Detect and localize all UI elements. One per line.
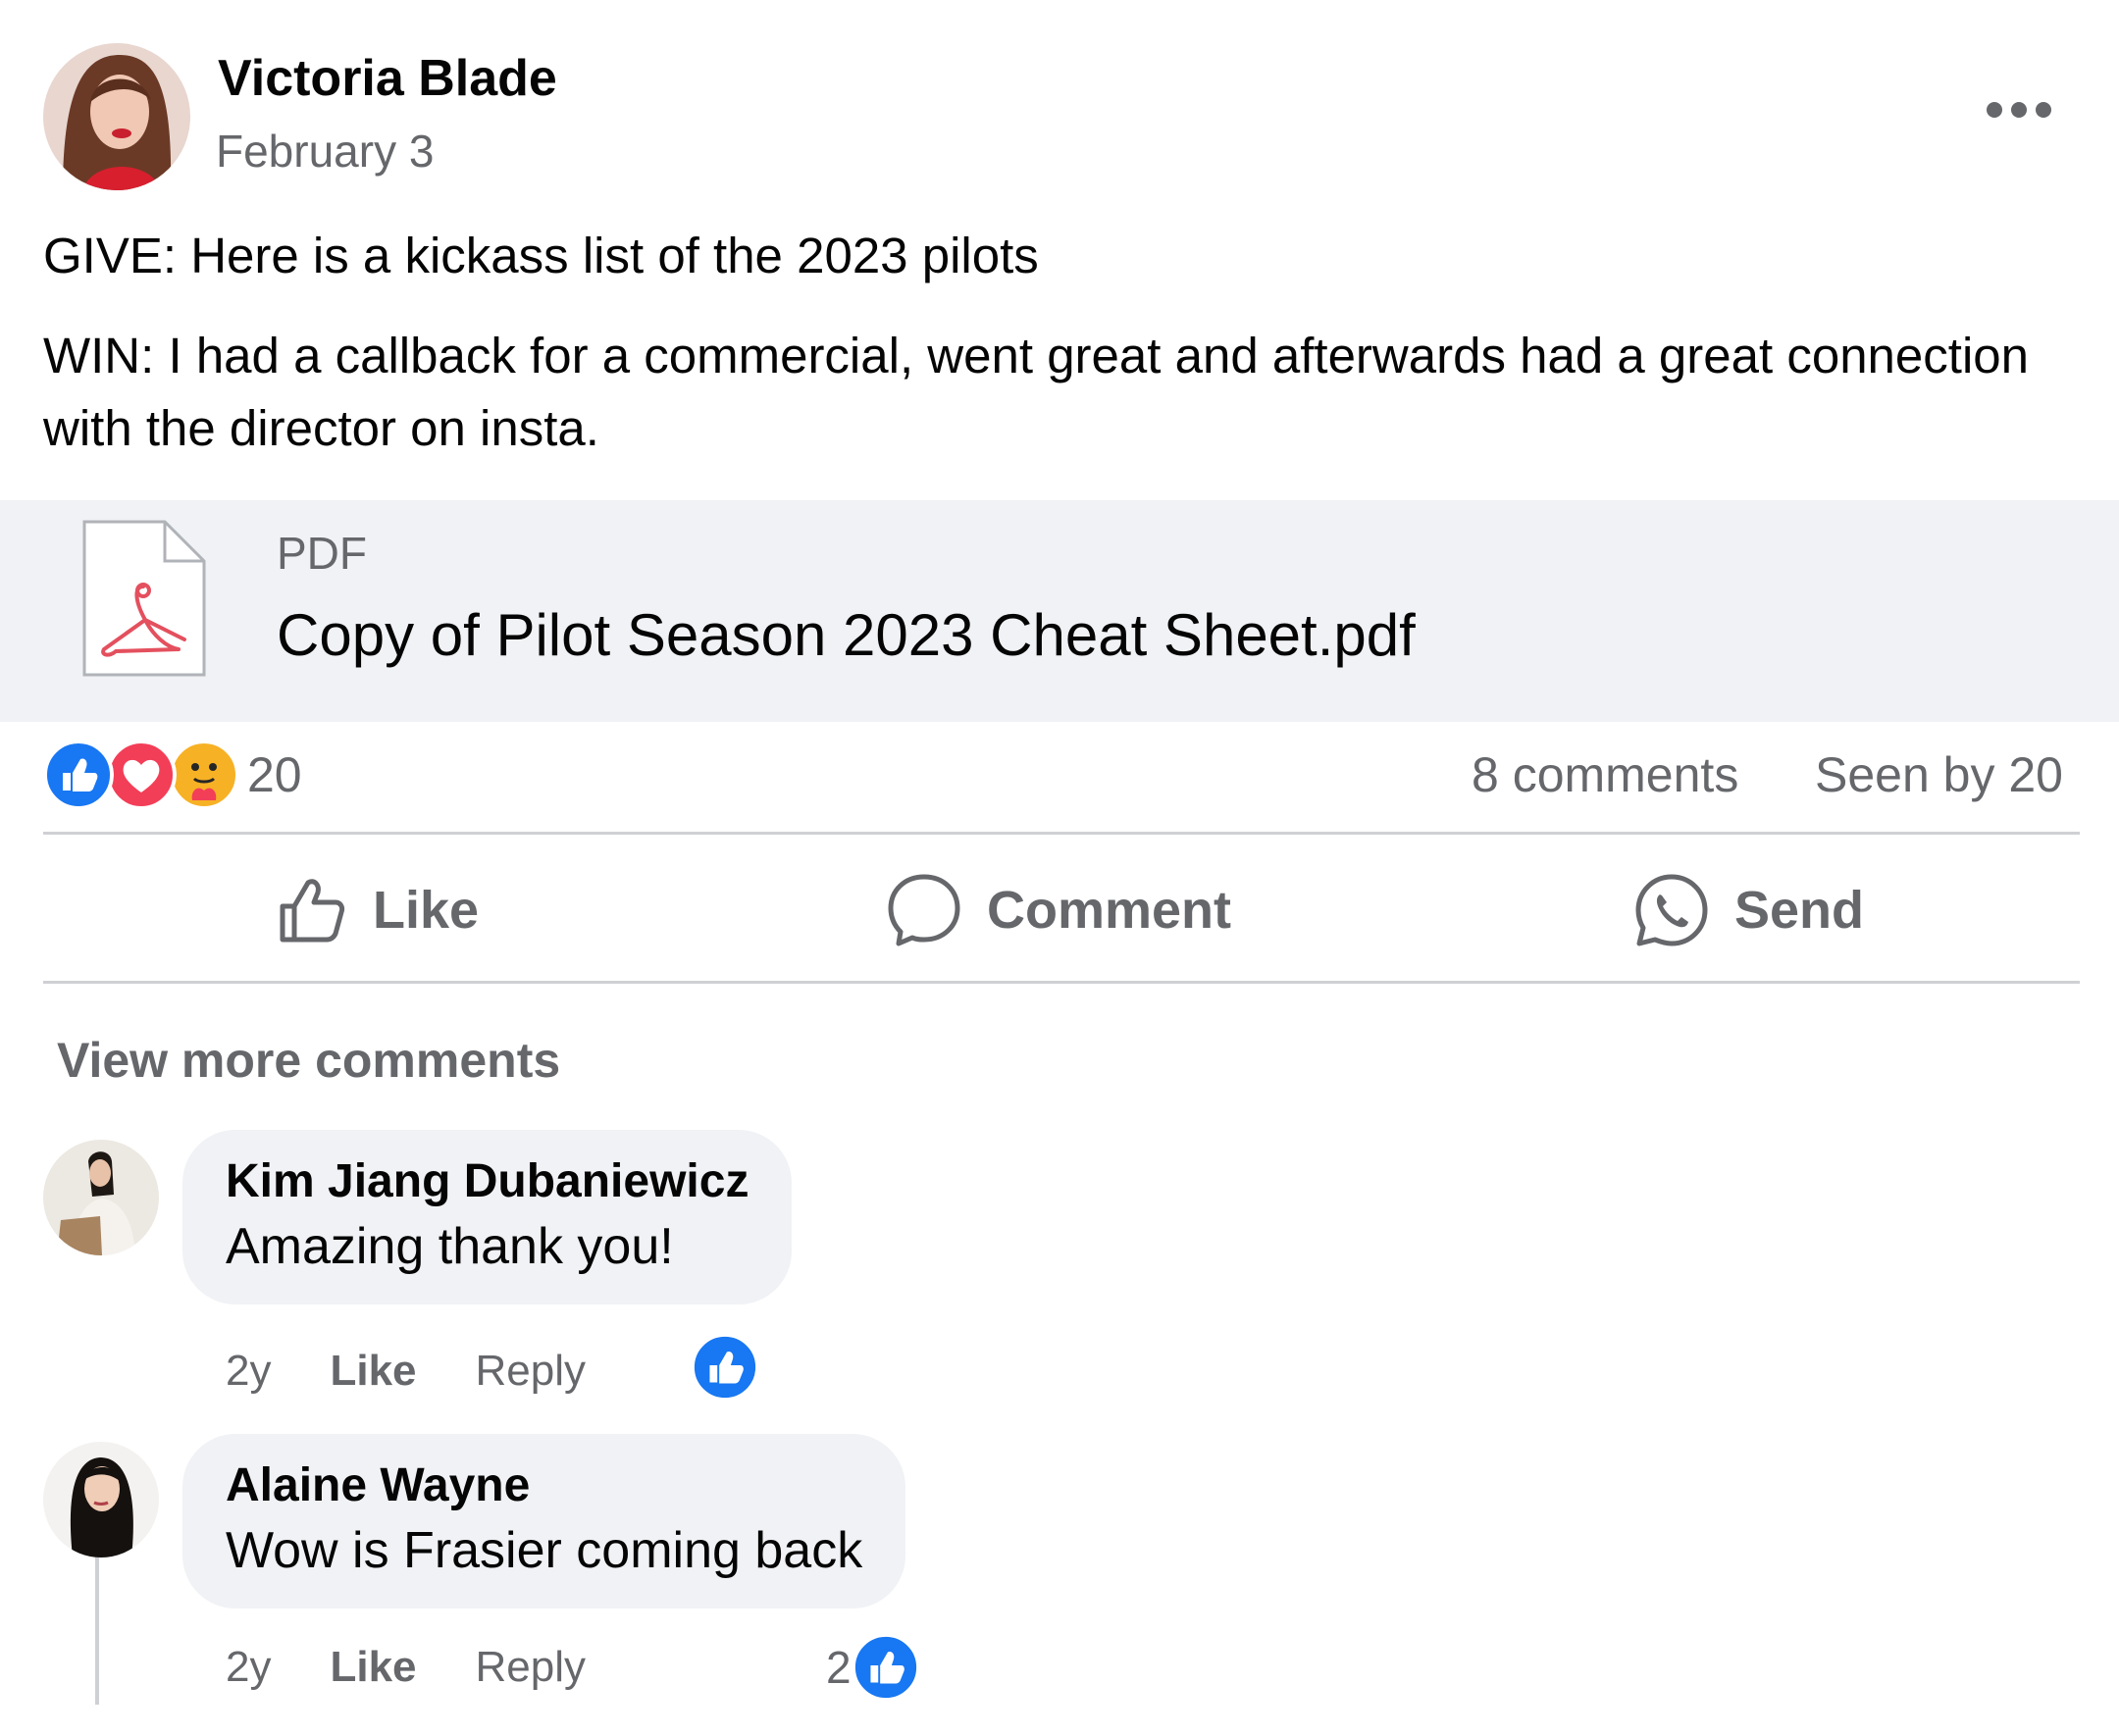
comment-like-link[interactable]: Like [330, 1347, 416, 1396]
commenter-avatar[interactable] [43, 1442, 159, 1557]
reaction-count: 20 [247, 747, 302, 802]
comment-bubble-icon [888, 874, 960, 946]
author-name[interactable]: Victoria Blade [218, 47, 557, 110]
comment-reaction-badge[interactable]: 2 [826, 1632, 920, 1703]
comment-button-label: Comment [987, 881, 1232, 940]
like-reaction-icon [691, 1333, 759, 1402]
post-date[interactable]: February 3 [216, 122, 434, 180]
thread-line [95, 1557, 99, 1705]
divider [43, 981, 2080, 984]
comment-reaction-badge[interactable] [691, 1332, 759, 1403]
comment-meta: 2y Like Reply [226, 1636, 586, 1699]
feed-post: Victoria Blade February 3 GIVE: Here is … [0, 0, 2119, 1736]
like-button-label: Like [373, 881, 480, 940]
more-dots-icon [1987, 102, 2051, 118]
commenter-name[interactable]: Alaine Wayne [226, 1455, 862, 1516]
love-reaction-icon [106, 740, 177, 810]
comment-bubble: Alaine Wayne Wow is Frasier coming back [182, 1434, 906, 1608]
comment-time[interactable]: 2y [226, 1643, 271, 1692]
post-text-win: WIN: I had a callback for a commercial, … [43, 328, 2030, 456]
comment-like-link[interactable]: Like [330, 1643, 416, 1692]
comment-reply-link[interactable]: Reply [476, 1347, 587, 1396]
view-more-comments-link[interactable]: View more comments [57, 1028, 560, 1093]
pdf-file-icon [80, 518, 208, 679]
post-body: GIVE: Here is a kickass list of the 2023… [43, 220, 2084, 492]
comment-button[interactable]: Comment [885, 859, 1231, 961]
commenter-name[interactable]: Kim Jiang Dubaniewicz [226, 1151, 749, 1212]
commenter-avatar[interactable] [43, 1140, 159, 1255]
send-button[interactable]: Send [1632, 859, 1864, 961]
reactions-summary[interactable]: 20 [43, 738, 302, 812]
comment-bubble: Kim Jiang Dubaniewicz Amazing thank you! [182, 1130, 793, 1304]
comment-time[interactable]: 2y [226, 1347, 271, 1396]
whatsapp-icon [1635, 874, 1708, 946]
post-text-give: GIVE: Here is a kickass list of the 2023… [43, 228, 1039, 283]
commenter-photo [43, 1140, 159, 1255]
like-button[interactable]: Like [275, 859, 479, 961]
more-options-button[interactable] [1972, 78, 2066, 141]
comment-reply-link[interactable]: Reply [476, 1643, 587, 1692]
send-button-label: Send [1734, 881, 1865, 940]
comment-text: Amazing thank you! [226, 1218, 674, 1275]
comment-text: Wow is Frasier coming back [226, 1522, 863, 1579]
pdf-attachment[interactable]: PDF Copy of Pilot Season 2023 Cheat Shee… [0, 500, 2119, 722]
care-reaction-icon [169, 740, 239, 810]
comment-meta: 2y Like Reply [226, 1340, 586, 1403]
author-photo [43, 43, 190, 190]
commenter-photo [43, 1442, 159, 1557]
divider [43, 832, 2080, 835]
attachment-type-label: PDF [277, 528, 367, 579]
author-avatar[interactable] [43, 43, 190, 190]
like-reaction-icon [43, 740, 114, 810]
like-reaction-icon [851, 1633, 920, 1702]
comments-count-link[interactable]: 8 comments [1472, 738, 1738, 812]
seen-by-link[interactable]: Seen by 20 [1815, 738, 2063, 812]
thumbs-up-icon [280, 879, 345, 943]
comment-reaction-count: 2 [826, 1642, 852, 1693]
reaction-icons [43, 740, 239, 810]
attachment-title[interactable]: Copy of Pilot Season 2023 Cheat Sheet.pd… [277, 598, 1416, 673]
